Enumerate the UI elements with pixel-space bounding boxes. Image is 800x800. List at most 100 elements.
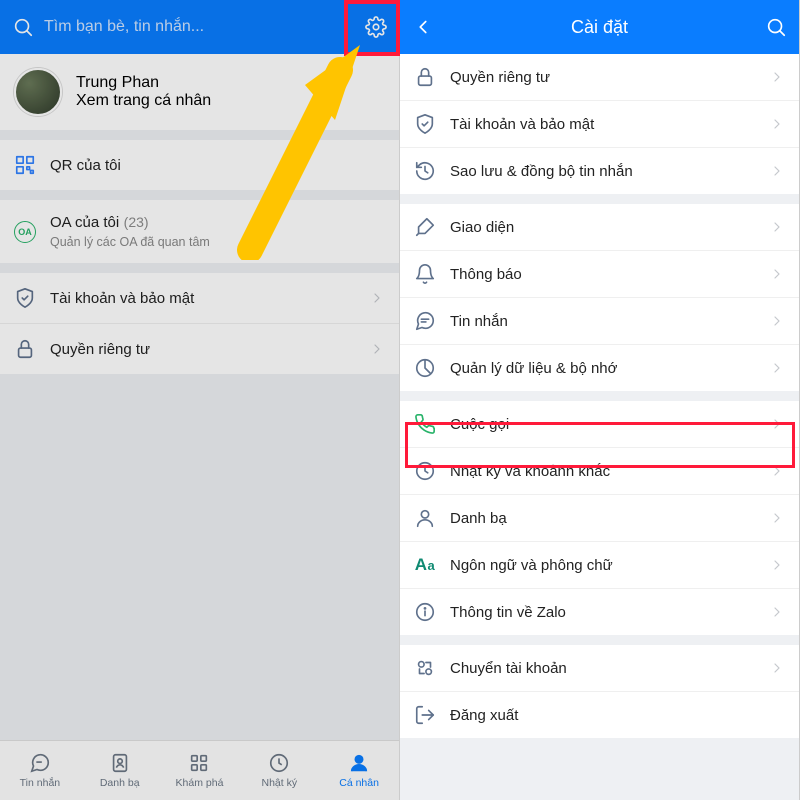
- profile-row[interactable]: Trung Phan Xem trang cá nhân: [0, 54, 399, 130]
- set-call[interactable]: Cuộc gọi: [400, 401, 799, 448]
- row-security[interactable]: Tài khoản và bảo mật: [0, 273, 399, 324]
- chevron-right-icon: [769, 116, 785, 132]
- chevron-right-icon: [769, 219, 785, 235]
- search-icon[interactable]: [12, 16, 34, 38]
- set-message[interactable]: Tin nhắn: [400, 298, 799, 345]
- canvas: Tìm bạn bè, tin nhắn... Trung Phan Xem t…: [0, 0, 800, 800]
- chevron-right-icon: [769, 69, 785, 85]
- left-screen: Tìm bạn bè, tin nhắn... Trung Phan Xem t…: [0, 0, 400, 800]
- row-privacy-label: Quyền riêng tư: [50, 341, 355, 358]
- row-qr-label: QR của tôi: [50, 157, 385, 174]
- tab-journal-label: Nhật ký: [261, 777, 297, 789]
- chevron-right-icon: [369, 341, 385, 357]
- brush-icon: [414, 216, 436, 238]
- info-icon: [414, 601, 436, 623]
- set-contacts[interactable]: Danh bạ: [400, 495, 799, 542]
- back-icon[interactable]: [412, 16, 434, 38]
- set-privacy[interactable]: Quyền riêng tư: [400, 54, 799, 101]
- history-icon: [414, 160, 436, 182]
- qr-icon: [14, 154, 36, 176]
- row-oa-count: (23): [124, 214, 149, 230]
- settings-title: Cài đặt: [444, 17, 755, 38]
- row-oa-label: OA của tôi: [50, 214, 119, 231]
- set-journal[interactable]: Nhật ký và khoảnh khắc: [400, 448, 799, 495]
- set-data[interactable]: Quản lý dữ liệu & bộ nhớ: [400, 345, 799, 391]
- set-notify[interactable]: Thông báo: [400, 251, 799, 298]
- set-journal-label: Nhật ký và khoảnh khắc: [450, 463, 755, 480]
- grid-icon: [188, 752, 210, 774]
- gear-icon[interactable]: [365, 16, 387, 38]
- row-qr[interactable]: QR của tôi: [0, 140, 399, 190]
- chevron-right-icon: [769, 604, 785, 620]
- left-header: Tìm bạn bè, tin nhắn...: [0, 0, 399, 54]
- set-backup-label: Sao lưu & đồng bộ tin nhắn: [450, 163, 755, 180]
- right-header: Cài đặt: [400, 0, 799, 54]
- switch-icon: [414, 657, 436, 679]
- row-privacy[interactable]: Quyền riêng tư: [0, 324, 399, 374]
- search-icon[interactable]: [765, 16, 787, 38]
- set-theme-label: Giao diện: [450, 219, 755, 236]
- set-security-label: Tài khoản và bảo mật: [450, 116, 755, 133]
- contacts-icon: [109, 752, 131, 774]
- chevron-right-icon: [769, 416, 785, 432]
- profile-subtitle: Xem trang cá nhân: [76, 92, 211, 110]
- set-logout[interactable]: Đăng xuất: [400, 692, 799, 738]
- set-lang-label: Ngôn ngữ và phông chữ: [450, 557, 755, 574]
- chat-icon: [29, 752, 51, 774]
- set-switch[interactable]: Chuyển tài khoản: [400, 645, 799, 692]
- chevron-right-icon: [369, 290, 385, 306]
- set-privacy-label: Quyền riêng tư: [450, 69, 755, 86]
- chevron-right-icon: [769, 557, 785, 573]
- tab-contacts-label: Danh bạ: [100, 777, 140, 789]
- set-message-label: Tin nhắn: [450, 313, 755, 330]
- shield-icon: [414, 113, 436, 135]
- tab-explore-label: Khám phá: [176, 777, 224, 789]
- right-screen: Cài đặt Quyền riêng tư Tài khoản và bảo …: [400, 0, 800, 800]
- set-about-label: Thông tin về Zalo: [450, 604, 755, 621]
- font-icon: Aa: [414, 554, 436, 576]
- set-contacts-label: Danh bạ: [450, 510, 755, 527]
- tab-explore[interactable]: Khám phá: [160, 741, 240, 800]
- set-logout-label: Đăng xuất: [450, 707, 785, 724]
- person-icon: [414, 507, 436, 529]
- set-data-label: Quản lý dữ liệu & bộ nhớ: [450, 360, 755, 377]
- pie-icon: [414, 357, 436, 379]
- chevron-right-icon: [769, 660, 785, 676]
- search-input[interactable]: Tìm bạn bè, tin nhắn...: [44, 18, 355, 36]
- set-switch-label: Chuyển tài khoản: [450, 660, 755, 677]
- oa-icon: OA: [14, 221, 36, 243]
- tab-messages-label: Tin nhắn: [20, 777, 60, 789]
- logout-icon: [414, 704, 436, 726]
- left-content: Trung Phan Xem trang cá nhân QR của tôi …: [0, 54, 399, 374]
- profile-name: Trung Phan: [76, 74, 211, 92]
- chevron-right-icon: [769, 313, 785, 329]
- lock-icon: [414, 66, 436, 88]
- chevron-right-icon: [769, 510, 785, 526]
- set-about[interactable]: Thông tin về Zalo: [400, 589, 799, 635]
- set-theme[interactable]: Giao diện: [400, 204, 799, 251]
- set-backup[interactable]: Sao lưu & đồng bộ tin nhắn: [400, 148, 799, 194]
- row-security-label: Tài khoản và bảo mật: [50, 290, 355, 307]
- bell-icon: [414, 263, 436, 285]
- lock-icon: [14, 338, 36, 360]
- bottom-nav: Tin nhắn Danh bạ Khám phá Nhật ký Cá nhâ…: [0, 740, 399, 800]
- set-security[interactable]: Tài khoản và bảo mật: [400, 101, 799, 148]
- set-lang[interactable]: Aa Ngôn ngữ và phông chữ: [400, 542, 799, 589]
- chevron-right-icon: [769, 266, 785, 282]
- tab-me[interactable]: Cá nhân: [319, 741, 399, 800]
- tab-journal[interactable]: Nhật ký: [239, 741, 319, 800]
- chevron-right-icon: [769, 163, 785, 179]
- tab-contacts[interactable]: Danh bạ: [80, 741, 160, 800]
- clock-icon: [268, 752, 290, 774]
- clock-icon: [414, 460, 436, 482]
- row-oa-sub: Quản lý các OA đã quan tâm: [50, 235, 385, 249]
- chevron-right-icon: [769, 463, 785, 479]
- shield-icon: [14, 287, 36, 309]
- message-icon: [414, 310, 436, 332]
- row-oa[interactable]: OA OA của tôi (23) Quản lý các OA đã qua…: [0, 200, 399, 263]
- tab-me-label: Cá nhân: [339, 777, 379, 789]
- tab-messages[interactable]: Tin nhắn: [0, 741, 80, 800]
- chevron-right-icon: [769, 360, 785, 376]
- person-icon: [348, 752, 370, 774]
- phone-icon: [414, 413, 436, 435]
